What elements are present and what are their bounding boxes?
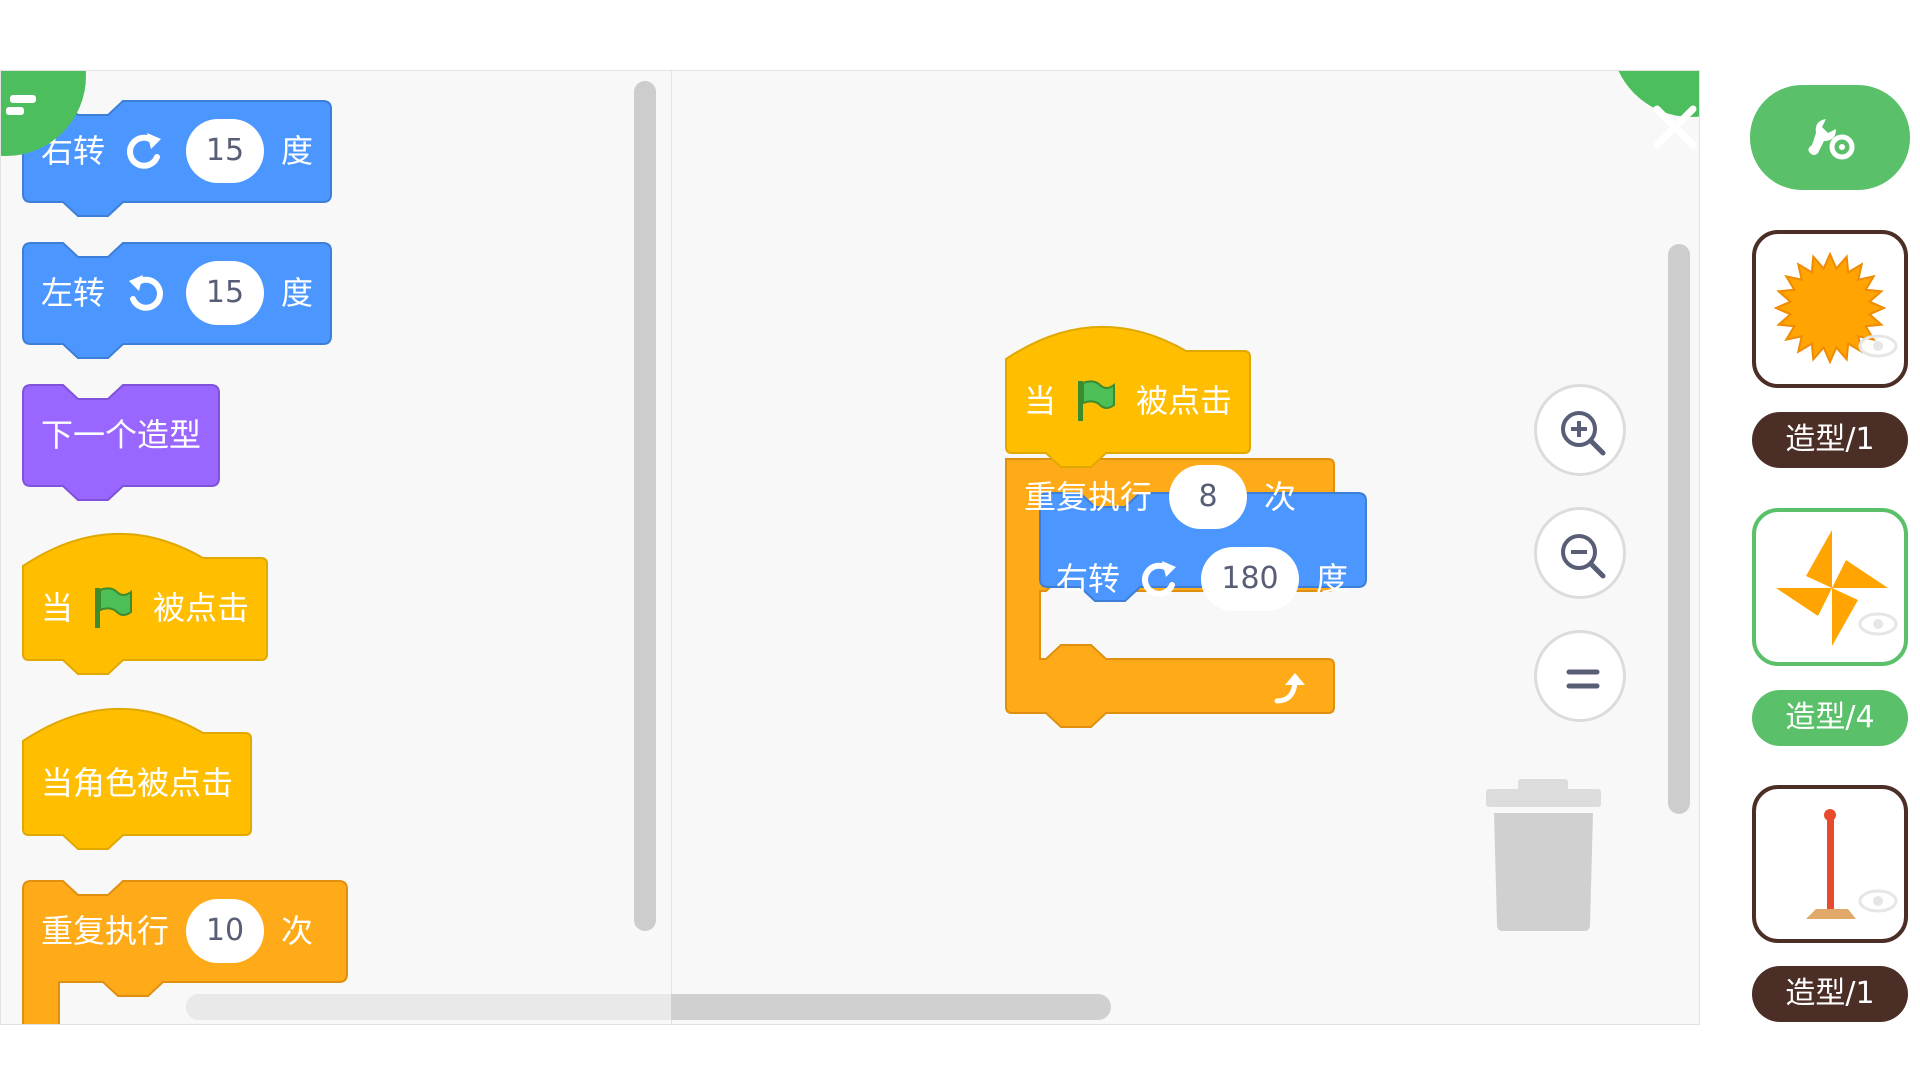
next-costume-label: 下一个造型	[41, 416, 202, 454]
when-sprite-clicked-label: 当角色被点击	[41, 764, 234, 802]
times-unit-label: 次	[281, 912, 314, 950]
loop-arrow-icon	[1274, 673, 1305, 704]
sprite-card-1[interactable]	[1752, 230, 1908, 388]
wrench-gear-icon	[1808, 119, 1855, 160]
script-turn-right-label: 右转	[1056, 560, 1121, 598]
palette-scrollbar[interactable]	[634, 81, 656, 931]
sprite-name-3: 造型/1	[1752, 966, 1908, 1022]
visibility-eye-icon[interactable]	[1858, 612, 1898, 636]
script-turn-degrees-input[interactable]: 180	[1201, 547, 1299, 611]
sprite-name-1: 造型/1	[1752, 412, 1908, 468]
script-clicked-label: 被点击	[1136, 382, 1233, 420]
repeat-label: 重复执行	[41, 912, 170, 950]
when-label: 当	[41, 589, 74, 627]
green-flag-icon	[95, 587, 132, 628]
block-palette[interactable]: 右转 15 度 左转 15 度 下一个造型 当 被点击 当角色被点击 重复执行 …	[1, 71, 672, 1024]
script-times-unit-label: 次	[1264, 478, 1297, 516]
rotate-counterclockwise-icon	[129, 275, 163, 311]
zoom-out-button[interactable]	[1534, 507, 1626, 599]
zoom-out-icon	[1561, 534, 1606, 579]
green-flag-icon	[1078, 380, 1115, 421]
sprite-settings-button[interactable]	[1750, 85, 1910, 190]
equals-icon	[1566, 669, 1600, 689]
script-when-label: 当	[1024, 382, 1057, 420]
canvas-horizontal-scrollbar[interactable]	[186, 994, 1111, 1020]
degrees-unit-label: 度	[281, 132, 314, 170]
zoom-reset-button[interactable]	[1534, 630, 1626, 722]
trash-can-icon[interactable]	[1486, 779, 1601, 934]
script-repeat-label: 重复执行	[1024, 478, 1153, 516]
degrees-unit-label: 度	[281, 274, 314, 312]
rotate-clockwise-icon	[1142, 561, 1176, 597]
block-category-icon	[6, 95, 36, 115]
sprite-card-3[interactable]	[1752, 785, 1908, 943]
close-button[interactable]	[1611, 71, 1699, 149]
turn-left-degrees-input[interactable]: 15	[186, 261, 264, 325]
close-icon	[1653, 105, 1697, 149]
visibility-eye-icon[interactable]	[1858, 889, 1898, 913]
sprite-card-2[interactable]	[1752, 508, 1908, 666]
sprite-name-2: 造型/4	[1752, 690, 1908, 746]
script-repeat-count-input[interactable]: 8	[1169, 465, 1247, 529]
zoom-in-button[interactable]	[1534, 384, 1626, 476]
rotate-clockwise-icon	[127, 133, 161, 169]
clicked-label: 被点击	[153, 589, 250, 627]
zoom-in-icon	[1561, 411, 1606, 456]
canvas-vertical-scrollbar[interactable]	[1668, 244, 1690, 814]
repeat-count-input[interactable]: 10	[186, 899, 264, 963]
visibility-eye-icon[interactable]	[1858, 334, 1898, 358]
code-workspace[interactable]: 右转 15 度 左转 15 度 下一个造型 当 被点击 当角色被点击 重复执行 …	[0, 70, 1700, 1025]
script-degrees-unit-label: 度	[1316, 560, 1349, 598]
turn-right-degrees-input[interactable]: 15	[186, 119, 264, 183]
turn-left-label: 左转	[41, 274, 106, 312]
